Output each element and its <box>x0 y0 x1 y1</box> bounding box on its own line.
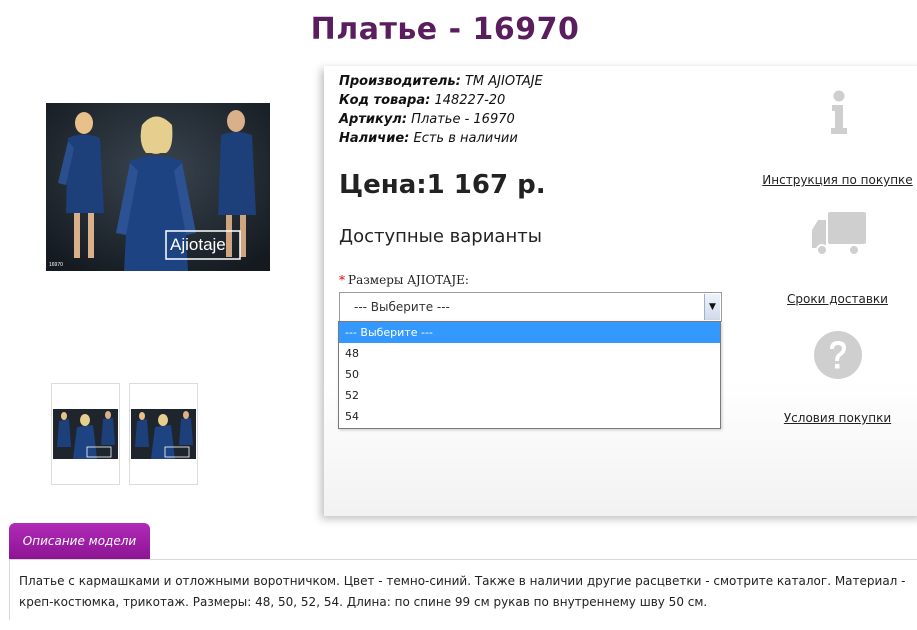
thumbnail-image <box>131 409 196 459</box>
size-select-value: --- Выберите --- <box>354 300 450 314</box>
size-label: * Размеры AJIOTAJE: <box>339 273 469 287</box>
chevron-down-icon[interactable]: ▼ <box>704 294 720 320</box>
required-mark: * <box>339 273 345 287</box>
stock-value: Есть в наличии <box>413 131 518 146</box>
product-photo-illustration <box>46 103 270 271</box>
truck-icon[interactable] <box>812 212 866 256</box>
thumbnail-1[interactable] <box>51 383 120 485</box>
thumbnail-2[interactable] <box>129 383 198 485</box>
info-icon[interactable] <box>829 90 849 134</box>
variants-title: Доступные варианты <box>339 226 542 247</box>
code-label: Код товара: <box>339 93 431 108</box>
tab-description[interactable]: Описание модели <box>9 523 150 559</box>
sku-value: Платье - 16970 <box>411 112 515 127</box>
sku-row: Артикул: Платье - 16970 <box>339 110 543 129</box>
size-select[interactable]: --- Выберите --- ▼ <box>339 292 722 322</box>
question-icon[interactable] <box>813 330 863 380</box>
thumbnail-image <box>53 409 118 459</box>
size-dropdown-list: --- Выберите --- 48 50 52 54 <box>338 321 721 429</box>
stock-label: Наличие: <box>339 131 410 146</box>
size-option[interactable]: 54 <box>339 406 720 427</box>
size-option[interactable]: 50 <box>339 364 720 385</box>
code-value: 148227-20 <box>434 93 506 108</box>
conditions-link[interactable]: Условия покупки <box>784 411 891 425</box>
product-main-image[interactable]: Ajiotaje 16970 <box>46 103 270 271</box>
image-code-text: 16970 <box>49 262 63 268</box>
size-label-text: Размеры AJIOTAJE: <box>348 273 469 287</box>
code-row: Код товара: 148227-20 <box>339 91 543 110</box>
brand-label: Производитель: <box>339 74 461 89</box>
brand-row: Производитель: ТМ AJIOTAJE <box>339 72 543 91</box>
page-title: Платье - 16970 <box>310 12 580 47</box>
instructions-link[interactable]: Инструкция по покупке <box>762 173 912 187</box>
size-option[interactable]: 52 <box>339 385 720 406</box>
product-meta: Производитель: ТМ AJIOTAJE Код товара: 1… <box>339 72 543 148</box>
stock-row: Наличие: Есть в наличии <box>339 129 543 148</box>
size-option[interactable]: --- Выберите --- <box>339 322 720 343</box>
brand-value[interactable]: ТМ AJIOTAJE <box>465 74 543 89</box>
size-option[interactable]: 48 <box>339 343 720 364</box>
delivery-link[interactable]: Сроки доставки <box>787 292 888 306</box>
sku-label: Артикул: <box>339 112 408 127</box>
image-logo-text: Ajiotaje <box>170 235 226 254</box>
description-text: Платье с кармашками и отложными воротнич… <box>9 559 917 620</box>
product-price: Цена:1 167 р. <box>339 170 546 200</box>
